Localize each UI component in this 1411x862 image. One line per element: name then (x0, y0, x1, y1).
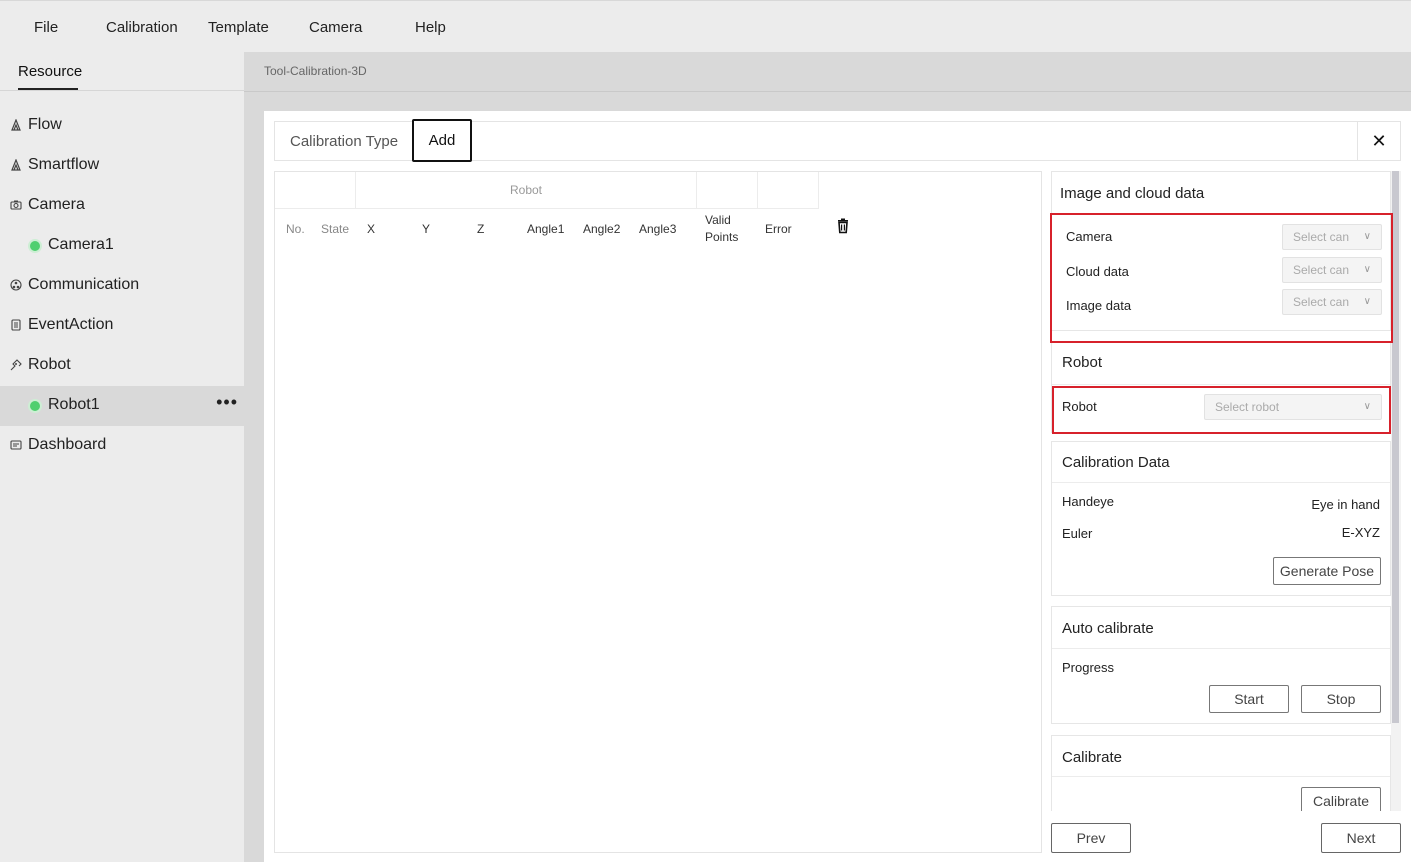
highlight-box-robot (1052, 386, 1391, 434)
smartflow-icon (10, 158, 22, 171)
sidebar-item-label: Communication (28, 276, 140, 293)
sidebar-item-label: EventAction (28, 316, 114, 333)
calibrate-button[interactable]: Calibrate (1301, 787, 1381, 811)
card-title-robot: Robot (1062, 354, 1103, 371)
close-separator (1357, 121, 1358, 161)
handeye-label: Handeye (1062, 494, 1115, 509)
delete-all-icon[interactable] (836, 218, 850, 234)
handeye-value: Eye in hand (1311, 497, 1380, 512)
sidebar-item-label: Robot (28, 356, 71, 373)
col-no: No. (286, 222, 305, 236)
col-valid-points: Valid Points (705, 213, 739, 244)
card-title-calibration-data: Calibration Data (1062, 454, 1170, 471)
tab-resource[interactable]: Resource (18, 63, 82, 80)
sidebar-item-communication[interactable]: Communication (0, 266, 244, 306)
status-dot (30, 241, 40, 251)
sidebar-item-camera1[interactable]: Camera1 (0, 226, 244, 266)
menu-file[interactable]: File (34, 19, 58, 36)
table-header-separator (818, 172, 819, 209)
col-state: State (321, 222, 350, 236)
dashboard-icon (10, 439, 22, 451)
highlight-box-image-cloud (1050, 213, 1393, 343)
menu-camera[interactable]: Camera (309, 19, 362, 36)
card-auto-calibrate: Auto calibrate Progress Start Stop (1051, 606, 1391, 724)
sidebar-item-label: Camera1 (48, 236, 114, 253)
sidebar-item-eventaction[interactable]: EventAction (0, 306, 244, 346)
card-divider (1052, 648, 1390, 649)
card-title-auto-calibrate: Auto calibrate (1062, 620, 1154, 637)
tab-add[interactable]: Add (412, 119, 472, 162)
euler-value: E-XYZ (1341, 525, 1380, 540)
communication-icon (10, 279, 22, 291)
sidebar-item-flow[interactable]: Flow (0, 106, 244, 146)
menu-template[interactable]: Template (208, 19, 269, 36)
col-angle2: Angle2 (583, 222, 621, 236)
col-x: X (367, 222, 376, 236)
tab-calibration-type[interactable]: Calibration Type (290, 133, 398, 150)
progress-label: Progress (1062, 660, 1115, 675)
col-error: Error (765, 222, 792, 236)
sidebar-item-label: Robot1 (48, 396, 100, 413)
card-calibration-data: Calibration Data Handeye Eye in hand Eul… (1051, 441, 1391, 596)
stop-button[interactable]: Stop (1301, 685, 1381, 713)
card-divider (1052, 384, 1390, 385)
menu-calibration[interactable]: Calibration (106, 19, 178, 36)
robot-icon (10, 359, 22, 371)
event-icon (10, 319, 22, 331)
sidebar-item-smartflow[interactable]: Smartflow (0, 146, 244, 186)
close-icon[interactable]: ✕ (1369, 131, 1389, 151)
breadcrumb[interactable]: Tool-Calibration-3D (264, 64, 367, 78)
breadcrumb-divider (244, 91, 1411, 92)
generate-pose-button[interactable]: Generate Pose (1273, 557, 1381, 585)
card-calibrate: Calibrate Calibrate (1051, 735, 1391, 811)
sidebar-item-label: Flow (28, 116, 62, 133)
prev-button[interactable]: Prev (1051, 823, 1131, 853)
sidebar-item-label: Smartflow (28, 156, 100, 173)
table-group-header-robot: Robot (355, 172, 697, 209)
sidebar-item-label: Camera (28, 196, 85, 213)
table-header-divider (275, 208, 818, 209)
sidebar-item-robot[interactable]: Robot (0, 346, 244, 386)
sidebar-divider (0, 90, 244, 91)
settings-scrollbar-thumb[interactable] (1392, 171, 1399, 723)
card-divider (1052, 776, 1390, 777)
start-button[interactable]: Start (1209, 685, 1289, 713)
next-button[interactable]: Next (1321, 823, 1401, 853)
sidebar-item-dashboard[interactable]: Dashboard (0, 426, 244, 466)
more-options-icon[interactable]: ••• (216, 392, 238, 413)
sidebar-item-robot1[interactable]: Robot1 ••• (0, 386, 244, 426)
euler-label: Euler (1062, 526, 1093, 541)
sidebar-item-label: Dashboard (28, 436, 107, 453)
status-dot (30, 401, 40, 411)
camera-icon (10, 199, 22, 211)
col-angle1: Angle1 (527, 222, 565, 236)
card-title-calibrate: Calibrate (1062, 749, 1123, 766)
col-y: Y (422, 222, 431, 236)
menu-help[interactable]: Help (415, 19, 446, 36)
calibration-table (274, 171, 1042, 853)
card-title-image-cloud: Image and cloud data (1060, 185, 1205, 202)
sidebar: Resource Flow Smartflow Camera Camera1 C… (0, 52, 244, 862)
menu-bar: File Calibration Template Camera Help (0, 0, 1411, 52)
col-angle3: Angle3 (639, 222, 677, 236)
card-divider (1052, 482, 1390, 483)
flow-icon (10, 118, 22, 131)
sidebar-item-camera[interactable]: Camera (0, 186, 244, 226)
table-header-separator (757, 172, 758, 209)
col-z: Z (477, 222, 485, 236)
